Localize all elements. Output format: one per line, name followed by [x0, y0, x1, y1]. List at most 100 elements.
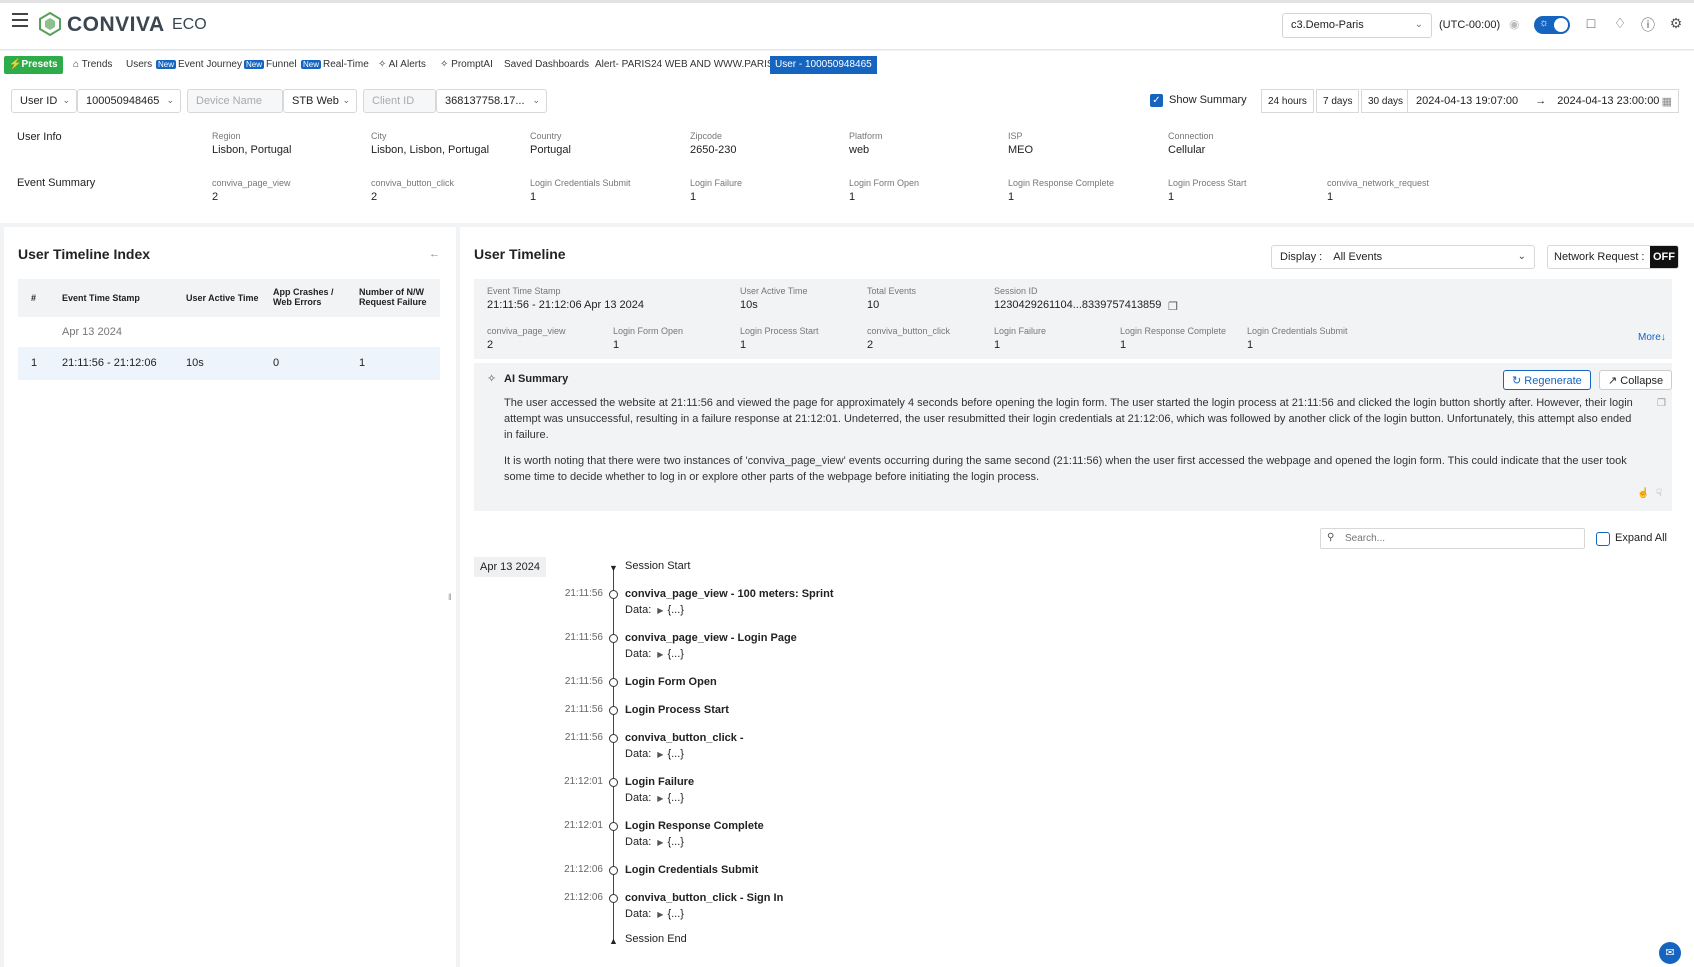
- session-start-label: Session Start: [625, 560, 691, 572]
- show-summary-checkbox[interactable]: ✓: [1150, 94, 1163, 107]
- tab-saved-dashboards[interactable]: Saved Dashboards: [499, 56, 594, 74]
- chevron-down-icon: ⌄: [1414, 19, 1423, 30]
- tab-ai-alerts[interactable]: ✧ AI Alerts: [373, 56, 431, 74]
- chat-bubble-icon[interactable]: ✉: [1659, 942, 1681, 964]
- summary-value: 2: [867, 339, 874, 351]
- conviva-logo-icon: [38, 11, 62, 39]
- event-name[interactable]: conviva_button_click - Sign In: [625, 892, 783, 904]
- timezone-label: (UTC-00:00): [1439, 19, 1501, 31]
- tab-real-time[interactable]: New Real-Time: [296, 56, 374, 74]
- event-data-toggle[interactable]: Data: ▶ {...}: [625, 792, 684, 804]
- event-name[interactable]: Login Credentials Submit: [625, 864, 758, 876]
- event-dot: [609, 866, 618, 875]
- search-icon: ⚲: [1327, 532, 1335, 543]
- caret-right-icon: ▶: [657, 750, 664, 759]
- more-link[interactable]: More↓: [1638, 332, 1666, 343]
- event-dot: [609, 678, 618, 687]
- ai-summary-paragraph-1: The user accessed the website at 21:11:5…: [504, 397, 1633, 441]
- summary-value: 1: [1247, 339, 1254, 351]
- timeline-index-table: # Event Time Stamp User Active Time App …: [18, 279, 440, 380]
- summary-value: 10: [867, 299, 880, 311]
- chat-icon[interactable]: □: [1582, 15, 1600, 33]
- timeline-search[interactable]: ⚲: [1320, 528, 1585, 549]
- gear-icon[interactable]: ⚙: [1667, 15, 1685, 33]
- user-info-value: 2650-230: [690, 144, 737, 156]
- tab-presets[interactable]: ⚡Presets: [4, 56, 63, 74]
- expand-all-checkbox[interactable]: [1596, 532, 1610, 546]
- event-summary-value: 1: [1168, 191, 1175, 203]
- summary-value: 1230429261104...8339757413859: [994, 299, 1162, 311]
- caret-right-icon: ▶: [657, 910, 664, 919]
- show-summary-label: Show Summary: [1169, 94, 1247, 106]
- tab-event-journey[interactable]: New Event Journey: [151, 56, 247, 74]
- search-input[interactable]: [1345, 531, 1575, 546]
- event-summary-label: Login Credentials Submit: [530, 178, 631, 188]
- event-data-toggle[interactable]: Data: ▶ {...}: [625, 648, 684, 660]
- event-data-toggle[interactable]: Data: ▶ {...}: [625, 604, 684, 616]
- summary-label: User Active Time: [740, 286, 808, 296]
- event-name[interactable]: Login Failure: [625, 776, 694, 788]
- range-7-days[interactable]: 7 days: [1316, 89, 1360, 113]
- table-row[interactable]: 1 21:11:56 - 21:12:06 10s 0 1: [18, 347, 440, 380]
- chevron-down-icon: ⌄: [62, 95, 70, 105]
- tab-trends[interactable]: ⌂ Trends: [68, 56, 117, 74]
- account-select[interactable]: c3.Demo-Paris ⌄: [1282, 13, 1432, 38]
- user-info-value: MEO: [1008, 144, 1034, 156]
- copy-icon[interactable]: ❐: [1657, 398, 1666, 409]
- tab-promptai[interactable]: ✧ PromptAI: [435, 56, 498, 74]
- regenerate-button[interactable]: ↻ Regenerate: [1503, 370, 1591, 390]
- copy-icon[interactable]: ❐: [1168, 300, 1178, 313]
- collapse-button[interactable]: ↗ Collapse: [1599, 370, 1673, 390]
- caret-right-icon: ▶: [657, 650, 664, 659]
- thumbs-down-icon[interactable]: ☟: [1656, 488, 1662, 499]
- event-name[interactable]: Login Process Start: [625, 704, 729, 716]
- id-type-select[interactable]: User ID ⌄: [11, 89, 77, 113]
- range-24-hours[interactable]: 24 hours: [1261, 89, 1314, 113]
- date-range-picker[interactable]: 2024-04-13 19:07:00 → 2024-04-13 23:00:0…: [1407, 89, 1679, 113]
- summary-label: Login Form Open: [613, 326, 684, 336]
- event-name[interactable]: Login Response Complete: [625, 820, 764, 832]
- event-name[interactable]: Login Form Open: [625, 676, 717, 688]
- event-summary-label: Login Form Open: [849, 178, 920, 188]
- event-summary-value: 2: [371, 191, 378, 203]
- event-summary-label: Login Response Complete: [1008, 178, 1115, 188]
- eye-icon[interactable]: ◉: [1509, 17, 1519, 31]
- summary-label: conviva_button_click: [867, 326, 951, 336]
- tab-alert-paris24[interactable]: Alert- PARIS24 WEB AND WWW.PARIS...: [590, 56, 787, 74]
- theme-toggle[interactable]: ☼: [1534, 16, 1570, 34]
- summary-value: 10s: [740, 299, 758, 311]
- event-data-toggle[interactable]: Data: ▶ {...}: [625, 836, 684, 848]
- resize-handle[interactable]: ‖: [448, 592, 452, 602]
- bell-icon[interactable]: ♢: [1611, 15, 1629, 33]
- user-info-label: Zipcode: [690, 131, 723, 141]
- collapse-left-icon[interactable]: ←: [429, 248, 440, 260]
- event-data-toggle[interactable]: Data: ▶ {...}: [625, 908, 684, 920]
- menu-icon[interactable]: [12, 13, 28, 27]
- expand-all-label: Expand All: [1615, 532, 1667, 544]
- client-id-select[interactable]: 368137758.17... ⌄: [436, 89, 547, 113]
- event-name[interactable]: conviva_page_view - 100 meters: Sprint: [625, 588, 833, 600]
- summary-label: Total Events: [867, 286, 917, 296]
- help-icon[interactable]: ⓘ: [1639, 15, 1657, 33]
- thumbs-up-icon[interactable]: ☝: [1637, 488, 1649, 499]
- platform-select[interactable]: STB Web ⌄: [283, 89, 357, 113]
- user-info-block: [0, 123, 1694, 223]
- event-name[interactable]: conviva_button_click -: [625, 732, 744, 744]
- ai-summary-title: AI Summary: [504, 373, 569, 385]
- event-name[interactable]: conviva_page_view - Login Page: [625, 632, 797, 644]
- client-id-input[interactable]: Client ID: [363, 89, 436, 113]
- calendar-icon: ▦: [1661, 96, 1672, 108]
- tab-user-profile[interactable]: User - 100050948465: [770, 56, 877, 74]
- user-id-select[interactable]: 100050948465 ⌄: [77, 89, 181, 113]
- ai-summary-paragraph-2: It is worth noting that there were two i…: [504, 455, 1627, 483]
- range-30-days[interactable]: 30 days: [1361, 89, 1411, 113]
- network-request-toggle[interactable]: Network Request : OFF: [1547, 245, 1679, 269]
- event-summary-label: conviva_page_view: [212, 178, 291, 188]
- tab-funnel[interactable]: New Funnel: [239, 56, 302, 74]
- display-select[interactable]: Display : All Events ⌄: [1271, 245, 1535, 269]
- event-dot: [609, 822, 618, 831]
- timeline-line: [613, 566, 614, 940]
- event-data-toggle[interactable]: Data: ▶ {...}: [625, 748, 684, 760]
- event-time: 21:12:06: [564, 892, 603, 903]
- device-name-input[interactable]: Device Name: [187, 89, 283, 113]
